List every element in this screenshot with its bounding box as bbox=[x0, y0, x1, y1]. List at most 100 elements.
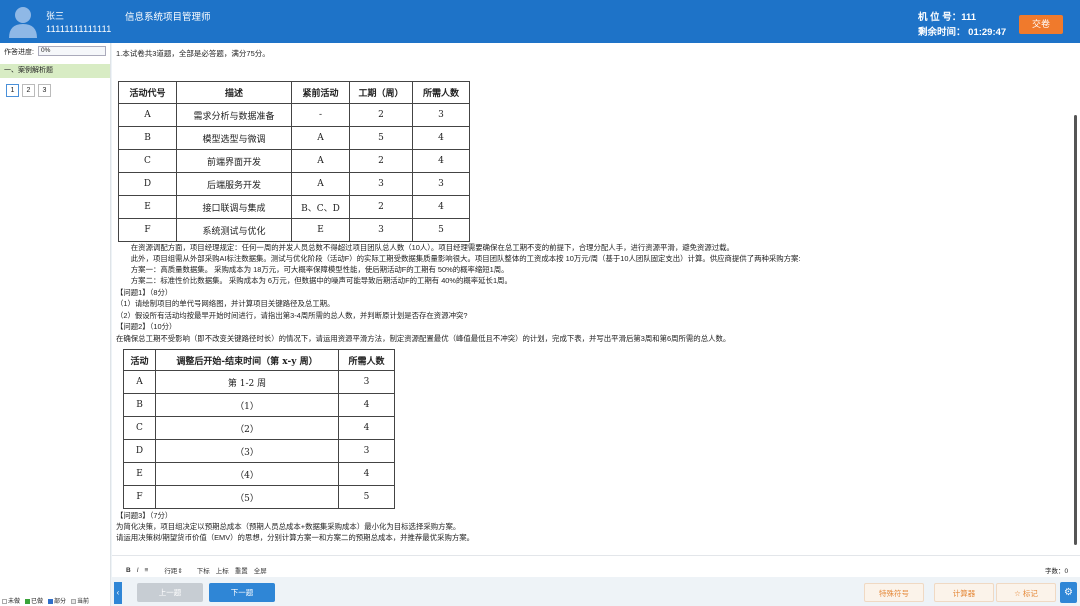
exam-instructions: 1.本试卷共3道题，全部是必答题，满分75分。 bbox=[116, 49, 270, 58]
table-header: 紧前活动 bbox=[291, 81, 350, 104]
legend-current: 当前 bbox=[71, 596, 89, 605]
paragraph: 为简化决策，项目组决定以预期总成本（预期人员总成本+数据集采购成本）最小化为目标… bbox=[116, 522, 461, 531]
table-cell: 前端界面开发 bbox=[176, 149, 292, 173]
seat-number: 机 位 号：111 bbox=[918, 12, 977, 23]
table-cell: A bbox=[118, 103, 177, 127]
table-cell: 3 bbox=[412, 172, 470, 196]
table-cell: 接口联调与集成 bbox=[176, 195, 292, 219]
question-nav-item-1[interactable]: 1 bbox=[6, 84, 19, 97]
question-content: 1.本试卷共3道题，全部是必答题，满分75分。 活动代号 描述 紧前活动 工期（… bbox=[112, 43, 1080, 555]
table-cell: 后端服务开发 bbox=[176, 172, 292, 196]
progress-value: 0% bbox=[38, 46, 106, 56]
table-cell: B bbox=[118, 126, 177, 150]
table-cell: C bbox=[123, 416, 156, 440]
table-cell: B bbox=[123, 393, 156, 417]
submit-exam-button[interactable]: 交卷 bbox=[1019, 15, 1063, 34]
table-cell: E bbox=[123, 462, 156, 486]
table-row: C 前端界面开发 A 2 4 bbox=[118, 149, 470, 173]
table-row: F （5） 5 bbox=[123, 485, 395, 509]
table-header: 工期（周） bbox=[349, 81, 413, 104]
table-row: F 系统测试与优化 E 3 5 bbox=[118, 218, 470, 242]
bold-button[interactable]: B bbox=[126, 567, 131, 574]
table-row: D 后端服务开发 A 3 3 bbox=[118, 172, 470, 196]
gear-icon[interactable]: ⚙ bbox=[1060, 582, 1077, 603]
paragraph: 方案一：高质量数据集。 采购成本为 18万元，可大概率保障模型性能，使后期活动F… bbox=[116, 265, 509, 274]
paragraph: 此外，项目组需从外部采购AI标注数据集。测试与优化阶段（活动F）的实际工期受数据… bbox=[116, 254, 801, 263]
chevron-left-icon[interactable]: ‹ bbox=[114, 582, 122, 604]
legend-partial: 部分 bbox=[48, 596, 66, 605]
table-cell: 4 bbox=[412, 149, 470, 173]
table-cell: 3 bbox=[349, 218, 413, 242]
table-cell: 2 bbox=[349, 195, 413, 219]
question-3-heading: 【问题3】（7分） bbox=[116, 511, 173, 520]
next-question-button[interactable]: 下一题 bbox=[209, 583, 275, 602]
subscript-button[interactable]: 下标 bbox=[197, 565, 210, 575]
table-cell: 2 bbox=[349, 149, 413, 173]
table-cell: 2 bbox=[349, 103, 413, 127]
table-cell: E bbox=[118, 195, 177, 219]
table-cell: D bbox=[123, 439, 156, 463]
table-header: 活动代号 bbox=[118, 81, 177, 104]
table-cell: （1） bbox=[155, 393, 339, 417]
question-nav-item-3[interactable]: 3 bbox=[38, 84, 51, 97]
table-cell: E bbox=[291, 218, 350, 242]
paragraph: 请运用决策树/期望货币价值（EMV）的思想，分别计算方案一和方案二的预期总成本，… bbox=[116, 533, 475, 542]
table-row: C （2） 4 bbox=[123, 416, 395, 440]
exam-title: 信息系统项目管理师 bbox=[125, 12, 211, 23]
table-header: 所需人数 bbox=[412, 81, 470, 104]
table-cell: （2） bbox=[155, 416, 339, 440]
paragraph: 方案二：标准性价比数据集。 采购成本为 6万元，但数据中的噪声可能导致后期活动F… bbox=[116, 276, 512, 285]
mark-button[interactable]: ☆ 标记 bbox=[996, 583, 1056, 602]
table-cell: 5 bbox=[349, 126, 413, 150]
word-count: 字数：0 bbox=[1045, 568, 1069, 575]
table-row: E （4） 4 bbox=[123, 462, 395, 486]
user-avatar-icon bbox=[8, 4, 38, 38]
table-cell: A bbox=[291, 126, 350, 150]
italic-button[interactable]: I bbox=[137, 567, 139, 574]
table-cell: 3 bbox=[412, 103, 470, 127]
special-symbols-button[interactable]: 特殊符号 bbox=[864, 583, 924, 602]
progress-label: 作答进度: bbox=[4, 49, 34, 56]
legend-undone: 未做 bbox=[2, 596, 20, 605]
table-cell: 5 bbox=[338, 485, 395, 509]
editor-tools: B I ≡ 行距⇕ 下标 上标 重置 全屏 bbox=[126, 565, 267, 576]
superscript-button[interactable]: 上标 bbox=[216, 565, 229, 575]
fullscreen-button[interactable]: 全屏 bbox=[254, 565, 267, 575]
activity-table: 活动代号 描述 紧前活动 工期（周） 所需人数 A 需求分析与数据准备 - 2 … bbox=[118, 81, 470, 242]
table-cell: B、C、D bbox=[291, 195, 350, 219]
chevron-down-icon: ⇕ bbox=[177, 568, 183, 575]
timer-label: 剩余时间： bbox=[918, 27, 966, 38]
user-name: 张三 bbox=[46, 11, 65, 21]
paragraph: （2）假设所有活动均按最早开始时间进行，请指出第3-4周所需的总人数，并判断原计… bbox=[116, 311, 468, 320]
reset-button[interactable]: 重置 bbox=[235, 565, 248, 575]
table-header: 调整后开始-结束时间（第 x-y 周） bbox=[155, 349, 339, 371]
question-sidebar: 作答进度: 0% 一、案例解析题 1 2 3 未做 已做 部分 当前 bbox=[0, 43, 111, 606]
table-cell: F bbox=[123, 485, 156, 509]
section-title[interactable]: 一、案例解析题 bbox=[0, 64, 110, 78]
align-button[interactable]: ≡ bbox=[145, 567, 149, 574]
calculator-button[interactable]: 计算器 bbox=[934, 583, 994, 602]
vertical-scrollbar[interactable] bbox=[1074, 115, 1077, 545]
table-row: E 接口联调与集成 B、C、D 2 4 bbox=[118, 195, 470, 219]
table-cell: 3 bbox=[338, 439, 395, 463]
question-2-heading: 【问题2】（10分） bbox=[116, 322, 177, 331]
table-row: A 第 1-2 周 3 bbox=[123, 370, 395, 394]
table-row: A 需求分析与数据准备 - 2 3 bbox=[118, 103, 470, 127]
table-cell: 3 bbox=[338, 370, 395, 394]
question-nav-item-2[interactable]: 2 bbox=[22, 84, 35, 97]
timer-value: 01:29:47 bbox=[968, 27, 1007, 38]
table-cell: 4 bbox=[412, 195, 470, 219]
remaining-time: 剩余时间： 01:29:47 bbox=[918, 24, 1006, 38]
table-header: 活动 bbox=[123, 349, 156, 371]
table-row: D （3） 3 bbox=[123, 439, 395, 463]
smoothing-table: 活动 调整后开始-结束时间（第 x-y 周） 所需人数 A 第 1-2 周 3 … bbox=[123, 349, 395, 509]
star-icon: ☆ bbox=[1014, 589, 1023, 598]
table-cell: 第 1-2 周 bbox=[155, 370, 339, 394]
line-height-select[interactable]: 行距⇕ bbox=[164, 565, 182, 575]
prev-question-button[interactable]: 上一题 bbox=[137, 583, 203, 602]
table-cell: - bbox=[291, 103, 350, 127]
question-1-heading: 【问题1】（8分） bbox=[116, 288, 173, 297]
table-cell: （5） bbox=[155, 485, 339, 509]
question-nav: 1 2 3 bbox=[6, 84, 51, 97]
table-cell: （4） bbox=[155, 462, 339, 486]
